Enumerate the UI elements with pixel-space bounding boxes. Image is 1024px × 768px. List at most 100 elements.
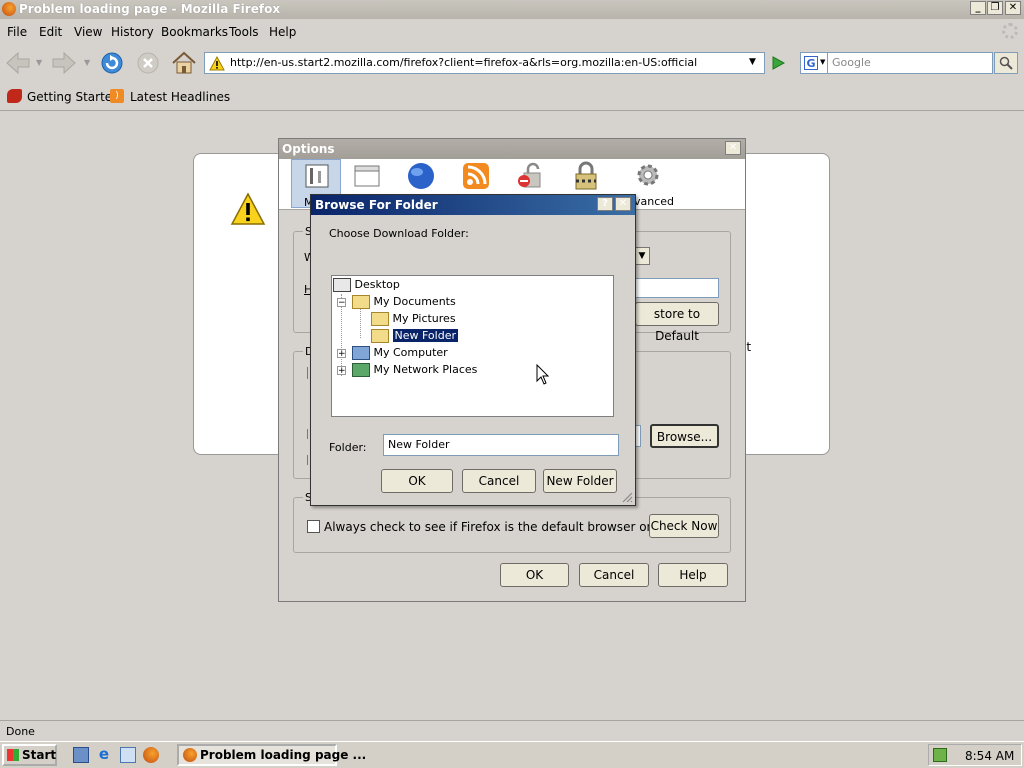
home-page-input[interactable] (635, 278, 719, 298)
default-browser-checkbox[interactable] (307, 520, 320, 533)
rss-feed-icon: ) (110, 89, 124, 103)
bookmark-latest-headlines[interactable]: Latest Headlines (130, 90, 230, 104)
browse-help-button[interactable]: ? (597, 197, 613, 211)
system-tray: 8:54 AM (928, 744, 1022, 766)
default-browser-label: Always check to see if Firefox is the de… (324, 520, 702, 534)
pictures-folder-icon (371, 312, 389, 326)
tree-item-my-network-places-label: My Network Places (373, 363, 478, 376)
status-text: Done (6, 725, 35, 738)
close-button[interactable]: ✕ (1005, 1, 1021, 15)
menu-help[interactable]: Help (269, 25, 296, 39)
browse-button[interactable]: Browse... (650, 424, 719, 448)
show-desktop-icon[interactable] (73, 747, 89, 763)
options-help-button[interactable]: Help (658, 563, 728, 587)
tree-item-my-network-places[interactable]: My Network Places (352, 363, 477, 377)
tree-item-new-folder-label: New Folder (392, 329, 458, 342)
tabs-icon[interactable] (353, 162, 381, 190)
tree-item-new-folder[interactable]: New Folder (371, 329, 458, 343)
search-input[interactable]: Google (827, 52, 993, 74)
start-label: Start (22, 748, 57, 762)
folder-tree[interactable]: Desktop − My Documents My Pictures New F… (331, 275, 614, 417)
tree-item-desktop-label: Desktop (354, 278, 400, 291)
browse-prompt: Choose Download Folder: (329, 227, 469, 240)
title-bar: Problem loading page - Mozilla Firefox _… (0, 0, 1024, 19)
browse-title-bar: Browse For Folder ? ✕ (311, 195, 635, 215)
bookmarks-toolbar: Getting Started ) Latest Headlines (0, 86, 1024, 108)
tree-item-my-documents[interactable]: My Documents (352, 295, 456, 309)
error-warning-icon (230, 192, 266, 225)
url-dropdown-icon[interactable]: ▼ (749, 57, 756, 67)
menu-view[interactable]: View (74, 25, 102, 39)
folder-input[interactable]: New Folder (383, 434, 619, 456)
bookmark-getting-started[interactable]: Getting Started (27, 90, 120, 104)
window-title: Problem loading page - Mozilla Firefox (19, 2, 281, 16)
expand-my-documents[interactable]: − (337, 298, 346, 308)
content-icon[interactable] (406, 161, 436, 191)
folder-icon (371, 329, 389, 343)
start-button[interactable]: Start (2, 744, 57, 766)
taskbar-firefox-window[interactable]: Problem loading page ... (177, 744, 366, 766)
home-icon[interactable] (170, 49, 198, 77)
folder-label: Folder: (329, 441, 367, 454)
taskbar-firefox-icon (183, 748, 197, 762)
magnifier-icon (999, 56, 1013, 70)
go-arrow-icon[interactable] (770, 55, 786, 71)
browse-ok-button[interactable]: OK (381, 469, 453, 493)
tree-item-my-pictures[interactable]: My Pictures (371, 312, 456, 326)
stop-icon[interactable] (135, 50, 161, 76)
back-arrow-icon[interactable] (4, 50, 32, 76)
getting-started-icon (7, 89, 22, 103)
main-icon (305, 164, 329, 188)
privacy-icon[interactable] (516, 162, 546, 190)
browse-cancel-button[interactable]: Cancel (462, 469, 536, 493)
windows-logo-icon (7, 749, 19, 761)
options-cancel-button[interactable]: Cancel (579, 563, 649, 587)
ie-icon[interactable]: e (96, 746, 112, 762)
browse-folder-dialog: Browse For Folder ? ✕ Choose Download Fo… (310, 194, 636, 506)
restore-button[interactable]: ❐ (987, 1, 1003, 15)
throbber-icon (1002, 23, 1018, 39)
options-ok-button[interactable]: OK (500, 563, 569, 587)
check-now-button[interactable]: Check Now (649, 514, 719, 538)
tree-item-my-computer-label: My Computer (373, 346, 448, 359)
forward-arrow-icon[interactable] (50, 50, 78, 76)
expand-my-computer[interactable]: + (337, 349, 346, 359)
tree-line (360, 306, 361, 338)
folder-input-value: New Folder (388, 438, 450, 451)
tree-item-my-computer[interactable]: My Computer (352, 346, 448, 360)
status-bar: Done (0, 720, 1024, 740)
folder-open-icon (352, 295, 370, 309)
security-icon[interactable] (572, 161, 600, 191)
firefox-quicklaunch-icon[interactable] (143, 747, 159, 763)
feeds-icon[interactable] (462, 162, 490, 190)
minimize-button[interactable]: _ (970, 1, 986, 15)
menu-file[interactable]: File (7, 25, 27, 39)
options-close-button[interactable]: ✕ (725, 141, 741, 155)
reload-icon[interactable] (98, 50, 126, 76)
network-tray-icon[interactable] (933, 748, 947, 762)
forward-dropdown-icon[interactable]: ▼ (84, 58, 90, 67)
taskbar: Start e Problem loading page ... 8:54 AM (0, 741, 1024, 768)
search-button[interactable] (994, 52, 1018, 74)
menu-history[interactable]: History (111, 25, 154, 39)
restore-default-button[interactable]: store to Default (635, 302, 719, 343)
address-bar[interactable]: http://en-us.start2.mozilla.com/firefox?… (204, 52, 765, 74)
firefox-icon (2, 2, 16, 16)
browse-close-button[interactable]: ✕ (615, 197, 631, 211)
explorer-icon[interactable] (120, 747, 136, 763)
back-dropdown-icon[interactable]: ▼ (36, 58, 42, 67)
advanced-gear-icon[interactable] (634, 161, 662, 189)
expand-my-network-places[interactable]: + (337, 366, 346, 376)
url-text: http://en-us.start2.mozilla.com/firefox?… (230, 56, 698, 69)
resize-grip-icon[interactable] (621, 491, 633, 503)
search-engine-button[interactable]: G ▼ (800, 52, 828, 74)
menu-tools[interactable]: Tools (229, 25, 259, 39)
tree-item-desktop[interactable]: Desktop (333, 278, 400, 292)
tree-item-my-pictures-label: My Pictures (392, 312, 456, 325)
menu-edit[interactable]: Edit (39, 25, 62, 39)
tree-item-my-documents-label: My Documents (373, 295, 456, 308)
menu-bookmarks[interactable]: Bookmarks (161, 25, 228, 39)
search-placeholder: Google (832, 56, 871, 69)
startup-dropdown-button[interactable]: ▼ (634, 247, 650, 265)
browse-new-folder-button[interactable]: New Folder (543, 469, 617, 493)
